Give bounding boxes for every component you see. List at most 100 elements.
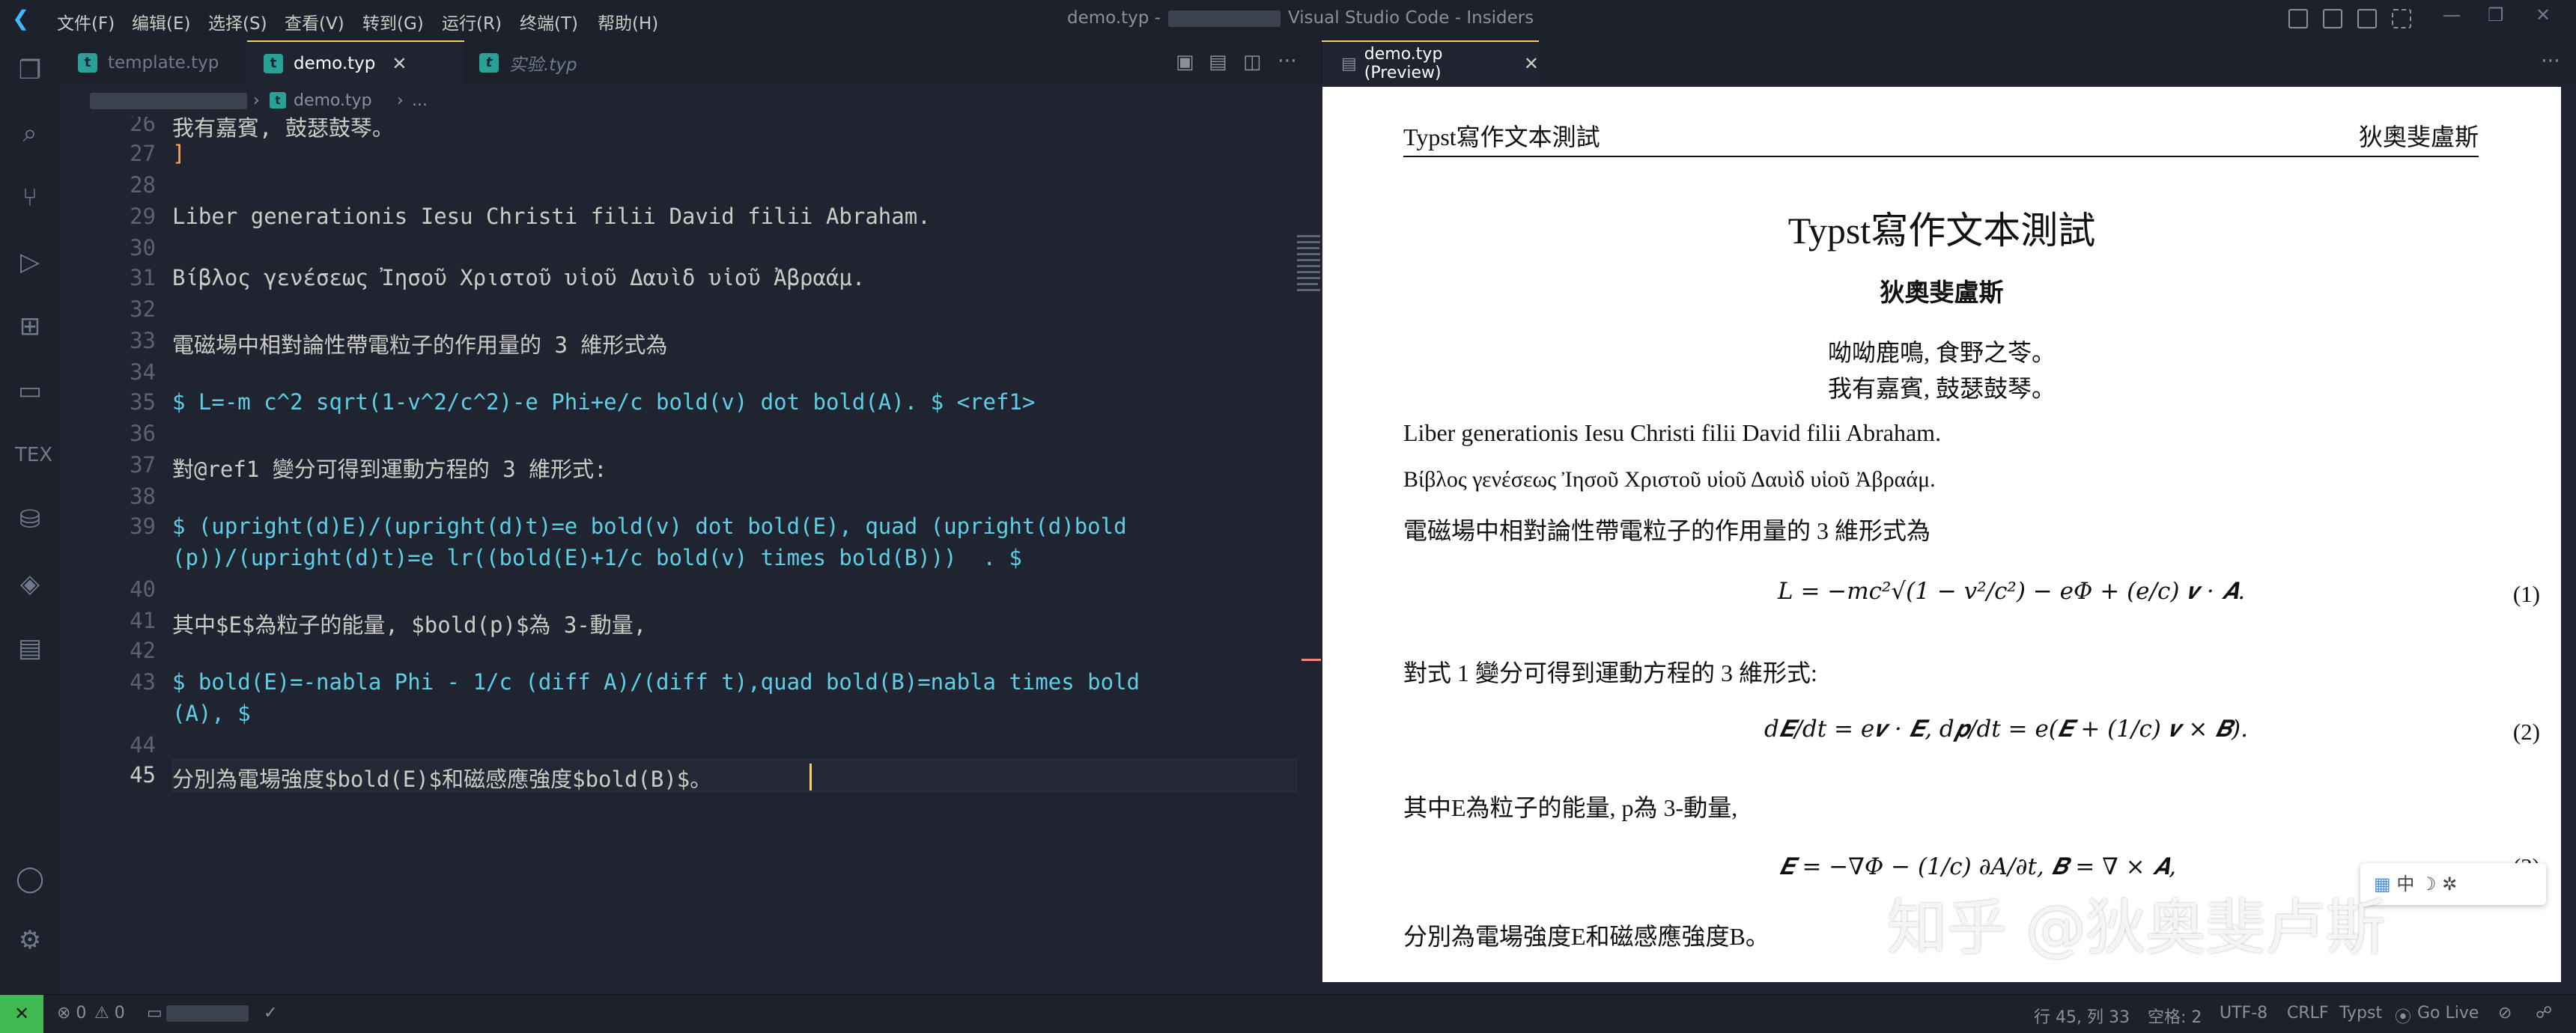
go-live-button[interactable]: Go Live	[2417, 1004, 2479, 1023]
equation-2: d𝑬/dt = e𝒗 · 𝑬, d𝒑/dt = e(𝑬 + (1/c) 𝒗 × …	[1764, 716, 2249, 743]
layers-icon[interactable]: ◈	[15, 569, 45, 599]
customize-layout-icon[interactable]	[2392, 9, 2411, 28]
line-number: 44	[130, 732, 156, 758]
text-cursor	[809, 764, 812, 790]
tab-label: demo.typ (Preview)	[1364, 45, 1443, 82]
latin-paragraph: Liber generationis Iesu Christi filii Da…	[1403, 419, 1942, 446]
show-preview-side-icon[interactable]: ▤	[1209, 51, 1227, 73]
encoding[interactable]: UTF-8	[2220, 1004, 2267, 1023]
sync-check-icon[interactable]: ✓	[264, 1004, 277, 1023]
code-editor[interactable]: 26 我有嘉賓, 鼓瑟鼓琴。 27 ] 28 29 Liber generati…	[60, 117, 1320, 994]
more-actions-icon[interactable]: ⋯	[1278, 49, 1297, 72]
code-line-math: $ bold(E)=-nabla Phi - 1/c (diff A)/(dif…	[172, 669, 1140, 695]
tab-template[interactable]: t template.typ	[78, 40, 243, 85]
line-number: 42	[130, 638, 156, 663]
document-author: 狄奧斐盧斯	[1880, 280, 2004, 307]
end-of-line[interactable]: CRLF	[2287, 1004, 2329, 1023]
split-editor-icon[interactable]: ◫	[1243, 51, 1262, 73]
breadcrumb-separator-icon: ›	[397, 91, 404, 110]
minimize-icon[interactable]: —	[2443, 4, 2461, 25]
code-line: 分別為電場強度$bold(E)$和磁感應強度$bold(B)$。	[172, 767, 712, 792]
menu-help[interactable]: 帮助(H)	[598, 9, 658, 34]
database-icon[interactable]: ⛁	[15, 505, 45, 534]
tab-label: 实验.typ	[509, 55, 577, 75]
line-number: 39	[130, 514, 156, 539]
code-line: ]	[172, 141, 186, 166]
menu-view[interactable]: 查看(V)	[285, 9, 344, 34]
menu-run[interactable]: 运行(R)	[442, 9, 502, 34]
account-icon[interactable]: ◯	[15, 864, 45, 894]
remote-explorer-icon[interactable]: ▭	[15, 376, 45, 406]
typst-file-icon: t	[264, 54, 283, 73]
menu-terminal[interactable]: 终端(T)	[520, 9, 578, 34]
paragraph: 電磁場中相對論性帶電粒子的作用量的 3 維形式為	[1403, 517, 1931, 544]
open-preview-icon[interactable]: ▣	[1176, 51, 1194, 73]
source-control-icon[interactable]: ⑂	[15, 183, 45, 213]
errors-count[interactable]: ⊗ 0	[57, 1004, 86, 1023]
line-number: 33	[130, 328, 156, 353]
line-number: 26	[130, 117, 156, 136]
paragraph: 分別為電場強度E和磁感應強度B。	[1403, 923, 1770, 950]
notifications-muted-icon[interactable]: ⊘	[2498, 1004, 2512, 1023]
header-rule	[1403, 156, 2479, 157]
tex-icon[interactable]: TEX	[15, 440, 52, 470]
page-header-right: 狄奧斐盧斯	[2358, 124, 2479, 150]
line-number: 43	[130, 669, 156, 695]
more-actions-icon[interactable]: ⋯	[2541, 49, 2560, 72]
folder-icon[interactable]: ▤	[15, 633, 45, 663]
watermark: 知乎 @狄奥斐卢斯	[1887, 893, 2386, 963]
menu-go[interactable]: 转到(G)	[362, 9, 424, 34]
code-line: 對@ref1 變分可得到運動方程的 3 維形式:	[172, 457, 607, 482]
line-number: 28	[130, 172, 156, 198]
title-bar: ❮ 文件(F) 编辑(E) 选择(S) 查看(V) 转到(G) 运行(R) 终端…	[0, 0, 2576, 40]
line-number: 27	[130, 141, 156, 166]
run-debug-icon[interactable]: ▷	[15, 247, 45, 277]
typst-preview-page[interactable]: Typst寫作文本測試 狄奧斐盧斯 Typst寫作文本測試 狄奧斐盧斯 呦呦鹿鳴…	[1322, 87, 2561, 982]
window-title-file: demo.typ -	[1067, 8, 1161, 28]
status-bar: ✕ ⊗ 0 ⚠ 0 ▭ ✓ 行 45, 列 33 空格: 2 UTF-8 CRL…	[0, 994, 2576, 1033]
menu-selection[interactable]: 选择(S)	[208, 9, 267, 34]
close-window-icon[interactable]: ✕	[2536, 4, 2551, 25]
tab-experiment[interactable]: t 实验.typ	[479, 40, 629, 85]
settings-gear-icon[interactable]: ⚙	[15, 925, 45, 955]
search-icon[interactable]: ⌕	[15, 118, 45, 148]
explorer-icon[interactable]: ❐	[15, 55, 45, 85]
minimap[interactable]	[1297, 235, 1320, 302]
line-number: 29	[130, 204, 156, 229]
preview-scrollbar[interactable]	[2561, 87, 2576, 982]
code-line: Liber generationis Iesu Christi filii Da…	[172, 204, 931, 229]
ime-toolbar[interactable]: ▦ 中 ☽ ✲	[2360, 863, 2546, 905]
tab-preview[interactable]: ▤ demo.typ (Preview) ✕	[1322, 40, 1539, 85]
line-number: 38	[130, 484, 156, 509]
breadcrumb-file[interactable]: demo.typ	[294, 91, 372, 110]
menu-file[interactable]: 文件(F)	[57, 9, 115, 34]
code-line-math: (A), $	[172, 701, 251, 726]
page-header-left: Typst寫作文本測試	[1403, 124, 1600, 150]
code-line-math: $ (upright(d)E)/(upright(d)t)=e bold(v) …	[172, 514, 1127, 539]
menu-edit[interactable]: 编辑(E)	[132, 9, 190, 34]
code-line-math: (p))/(upright(d)t)=e lr((bold(E)+1/c bol…	[172, 545, 1022, 570]
indentation[interactable]: 空格: 2	[2148, 1004, 2202, 1028]
breadcrumb-symbol[interactable]: ...	[412, 91, 428, 110]
tab-demo[interactable]: t demo.typ ✕	[247, 40, 464, 85]
poem-line: 呦呦鹿鳴, 食野之苓。	[1827, 339, 2056, 366]
code-line: 電磁場中相對論性帶電粒子的作用量的 3 維形式為	[172, 332, 668, 358]
remote-indicator-icon[interactable]: ✕	[0, 995, 43, 1033]
toggle-secondary-sidebar-icon[interactable]	[2357, 9, 2377, 28]
restore-icon[interactable]: ❐	[2488, 4, 2504, 25]
language-mode[interactable]: Typst	[2339, 1004, 2382, 1023]
close-tab-icon[interactable]: ✕	[392, 53, 407, 74]
equation-1: L = −mc²√(1 − v²/c²) − eΦ + (e/c) 𝒗 · 𝑨.	[1778, 578, 2246, 605]
feedback-icon[interactable]: ☍	[2536, 1004, 2552, 1023]
extensions-icon[interactable]: ⊞	[15, 311, 45, 341]
tab-label: demo.typ	[294, 54, 376, 73]
line-number-current: 45	[130, 762, 156, 787]
line-number: 34	[130, 359, 156, 385]
toggle-primary-sidebar-icon[interactable]	[2288, 9, 2308, 28]
warnings-count[interactable]: ⚠ 0	[94, 1004, 125, 1023]
poem-line: 我有嘉賓, 鼓瑟鼓琴。	[1827, 375, 2056, 402]
golive-icon: ⦿	[2395, 1008, 2412, 1027]
toggle-panel-icon[interactable]	[2323, 9, 2342, 28]
close-tab-icon[interactable]: ✕	[1524, 53, 1539, 74]
cursor-position[interactable]: 行 45, 列 33	[2034, 1004, 2130, 1028]
